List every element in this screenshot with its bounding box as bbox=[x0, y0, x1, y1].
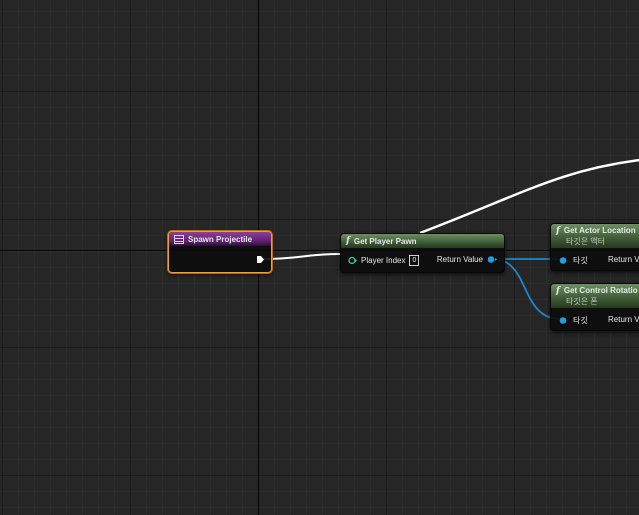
get-control-rotation-header[interactable]: f Get Control Rotatio 타깃은 폰 bbox=[551, 284, 639, 308]
object-input-pin-icon[interactable] bbox=[559, 316, 569, 325]
player-index-label: Player Index bbox=[361, 256, 406, 265]
object-input-pin-icon[interactable] bbox=[559, 256, 569, 265]
spawn-projectile-node[interactable]: Spawn Projectile bbox=[168, 231, 272, 273]
get-control-rotation-title: Get Control Rotatio bbox=[563, 286, 638, 295]
get-actor-location-title: Get Actor Location bbox=[563, 226, 636, 235]
event-icon bbox=[174, 234, 184, 244]
get-control-rotation-subtitle: 타깃은 폰 bbox=[566, 296, 598, 306]
exec-wire-spawn-to-pawn[interactable] bbox=[262, 253, 341, 260]
control-rotation-return-label: Return V bbox=[608, 315, 639, 324]
actor-location-return-label: Return V bbox=[608, 255, 639, 264]
control-rotation-target-row: 타깃 bbox=[559, 315, 588, 326]
get-actor-location-header[interactable]: f Get Actor Location 타깃은 액터 bbox=[551, 224, 639, 248]
spawn-projectile-header[interactable]: Spawn Projectile bbox=[169, 232, 271, 246]
function-icon: f bbox=[556, 285, 560, 296]
return-value-label: Return Value bbox=[436, 255, 483, 264]
function-icon: f bbox=[556, 225, 560, 236]
actor-location-target-row: 타깃 bbox=[559, 255, 588, 266]
get-control-rotation-node[interactable]: f Get Control Rotatio 타깃은 폰 타깃 Return V bbox=[550, 283, 639, 331]
get-actor-location-subtitle: 타깃은 액터 bbox=[566, 236, 606, 246]
get-player-pawn-node[interactable]: f Get Player Pawn Player Index 0 Return … bbox=[340, 233, 505, 273]
return-value-output-row: Return Value bbox=[437, 255, 497, 264]
actor-location-return-row: Return V bbox=[608, 255, 639, 264]
object-output-pin-icon[interactable] bbox=[487, 255, 497, 264]
get-player-pawn-header[interactable]: f Get Player Pawn bbox=[341, 234, 504, 248]
get-player-pawn-title: Get Player Pawn bbox=[353, 236, 417, 246]
wire-layer bbox=[262, 158, 639, 320]
player-index-input-row: Player Index 0 bbox=[348, 255, 420, 266]
integer-input-pin-icon[interactable] bbox=[348, 256, 357, 265]
actor-location-target-label: 타깃 bbox=[573, 256, 588, 265]
spawn-projectile-title: Spawn Projectile bbox=[188, 234, 253, 244]
control-rotation-target-label: 타깃 bbox=[573, 316, 588, 325]
control-rotation-return-row: Return V bbox=[608, 315, 639, 324]
exec-output-pin-icon[interactable] bbox=[256, 255, 265, 264]
get-actor-location-node[interactable]: f Get Actor Location 타깃은 액터 타깃 Return V bbox=[550, 223, 639, 271]
function-icon: f bbox=[346, 236, 350, 246]
player-index-field[interactable]: 0 bbox=[409, 255, 420, 266]
